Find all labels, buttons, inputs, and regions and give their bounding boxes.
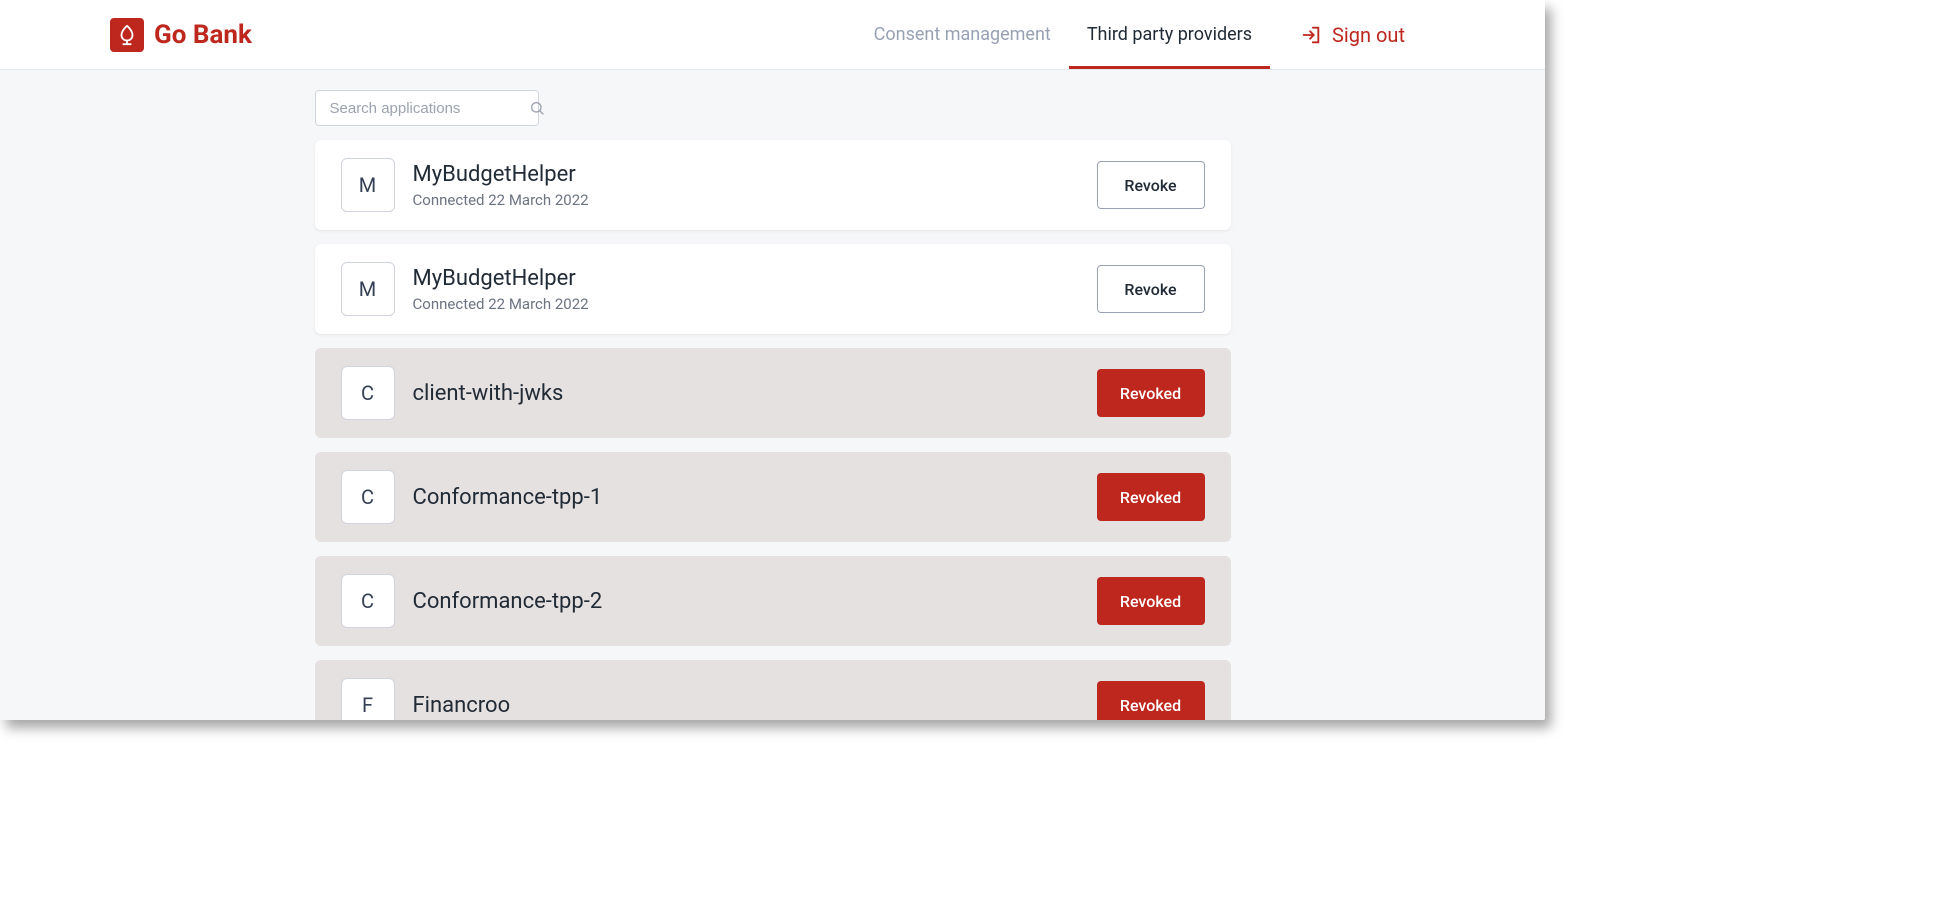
app-info: Conformance-tpp-1 bbox=[413, 485, 1079, 510]
app-info: MyBudgetHelper Connected 22 March 2022 bbox=[413, 162, 1079, 209]
revoked-badge[interactable]: Revoked bbox=[1097, 577, 1205, 625]
app-name: MyBudgetHelper bbox=[413, 162, 1079, 187]
search-box[interactable] bbox=[315, 90, 539, 126]
app-avatar: C bbox=[341, 470, 395, 524]
app-card: M MyBudgetHelper Connected 22 March 2022… bbox=[315, 140, 1231, 230]
sign-out-button[interactable]: Sign out bbox=[1270, 0, 1405, 69]
app-avatar: F bbox=[341, 678, 395, 720]
nav-third-party-providers[interactable]: Third party providers bbox=[1069, 3, 1270, 69]
app-connected-date: Connected 22 March 2022 bbox=[413, 295, 1079, 313]
app-info: client-with-jwks bbox=[413, 381, 1079, 406]
app-avatar: M bbox=[341, 262, 395, 316]
brand-name: Go Bank bbox=[154, 20, 252, 50]
search-icon bbox=[529, 100, 545, 116]
revoke-button[interactable]: Revoke bbox=[1097, 265, 1205, 313]
nav-consent-management[interactable]: Consent management bbox=[856, 3, 1069, 69]
brand-logo-icon bbox=[110, 18, 144, 52]
app-info: Financroo bbox=[413, 693, 1079, 718]
app-avatar: M bbox=[341, 158, 395, 212]
app-name: client-with-jwks bbox=[413, 381, 1079, 406]
revoked-badge[interactable]: Revoked bbox=[1097, 681, 1205, 720]
content-inner: M MyBudgetHelper Connected 22 March 2022… bbox=[315, 90, 1231, 720]
app-card: C Conformance-tpp-1 Revoked bbox=[315, 452, 1231, 542]
sign-out-icon bbox=[1300, 24, 1322, 46]
app-window: Go Bank Consent management Third party p… bbox=[0, 0, 1545, 720]
app-connected-date: Connected 22 March 2022 bbox=[413, 191, 1079, 209]
revoke-button[interactable]: Revoke bbox=[1097, 161, 1205, 209]
search-wrap bbox=[315, 90, 1231, 126]
app-card: M MyBudgetHelper Connected 22 March 2022… bbox=[315, 244, 1231, 334]
revoked-badge[interactable]: Revoked bbox=[1097, 473, 1205, 521]
content-area: M MyBudgetHelper Connected 22 March 2022… bbox=[0, 70, 1545, 720]
sign-out-label: Sign out bbox=[1332, 23, 1405, 47]
brand-logo[interactable]: Go Bank bbox=[110, 18, 252, 52]
app-name: Conformance-tpp-1 bbox=[413, 485, 1079, 510]
app-avatar: C bbox=[341, 366, 395, 420]
app-name: MyBudgetHelper bbox=[413, 266, 1079, 291]
app-avatar: C bbox=[341, 574, 395, 628]
search-input[interactable] bbox=[330, 100, 529, 117]
app-name: Financroo bbox=[413, 693, 1079, 718]
revoked-badge[interactable]: Revoked bbox=[1097, 369, 1205, 417]
top-nav: Consent management Third party providers… bbox=[856, 0, 1525, 69]
app-name: Conformance-tpp-2 bbox=[413, 589, 1079, 614]
app-info: MyBudgetHelper Connected 22 March 2022 bbox=[413, 266, 1079, 313]
app-info: Conformance-tpp-2 bbox=[413, 589, 1079, 614]
app-card: F Financroo Revoked bbox=[315, 660, 1231, 720]
app-card: C client-with-jwks Revoked bbox=[315, 348, 1231, 438]
header: Go Bank Consent management Third party p… bbox=[0, 0, 1545, 70]
app-card: C Conformance-tpp-2 Revoked bbox=[315, 556, 1231, 646]
